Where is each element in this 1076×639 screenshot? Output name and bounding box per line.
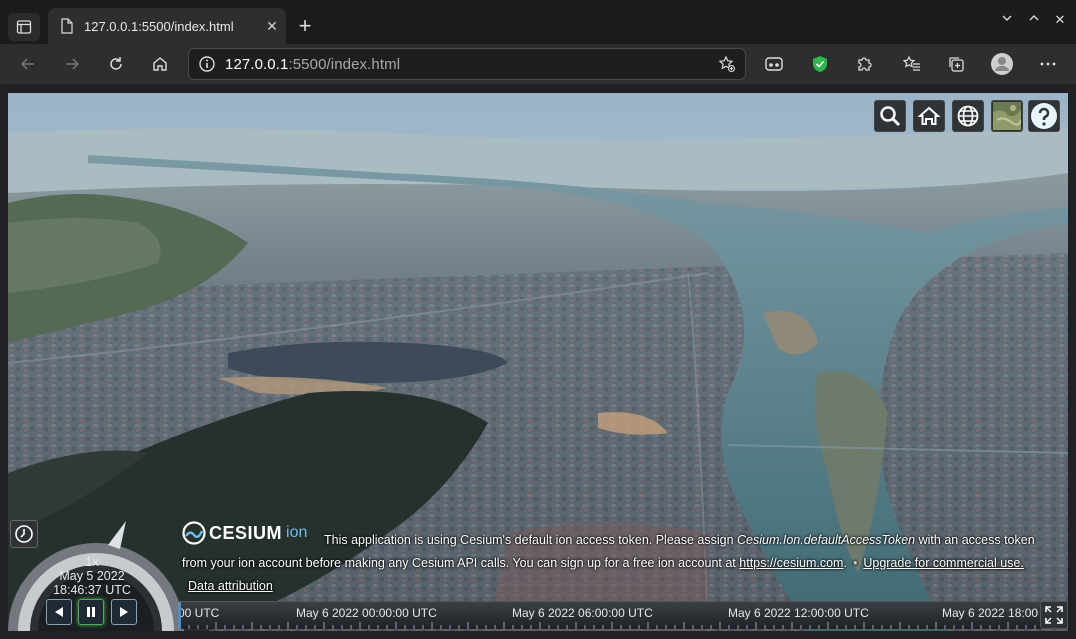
timeline-label: May 6 2022 18:00: [942, 606, 1039, 620]
clock-icon: [15, 525, 33, 543]
tab-actions-icon: [16, 20, 32, 34]
home-icon: [917, 106, 941, 125]
base-layer-picker-button[interactable]: [991, 100, 1023, 132]
site-info-icon[interactable]: [189, 55, 225, 73]
credit-token-name: Cesium.Ion.defaultAccessToken: [737, 533, 916, 547]
timeline[interactable]: 00 UTC May 6 2022 00:00:00 UTC May 6 202…: [178, 601, 1042, 629]
animation-time: 18:46:37 UTC: [53, 583, 131, 597]
globe-icon: [957, 105, 979, 127]
window-close-icon[interactable]: ✕: [1050, 12, 1070, 28]
avatar-icon: [991, 53, 1013, 75]
tab-close-icon[interactable]: ✕: [258, 18, 286, 35]
reader-icon: [765, 57, 783, 71]
extension-button[interactable]: [760, 50, 788, 78]
home-icon: [153, 57, 167, 71]
play-forward-button[interactable]: [111, 599, 137, 625]
credit-message-start: This application is using Cesium's defau…: [324, 533, 738, 547]
shuttle-ring-clock-button[interactable]: [10, 520, 38, 548]
forward-arrow-icon: [66, 58, 80, 70]
chevron-down-icon[interactable]: [997, 12, 1017, 27]
forward-button[interactable]: [58, 50, 86, 78]
favorites-button[interactable]: [898, 50, 926, 78]
help-icon: [1031, 103, 1057, 129]
reload-icon: [110, 57, 122, 70]
timeline-label: 00 UTC: [178, 606, 220, 620]
reload-button[interactable]: [102, 50, 130, 78]
tab-strip: 127.0.0.1:5500/index.html ✕ + ✕: [0, 0, 1076, 44]
pause-icon: [87, 607, 95, 617]
browser-toolbar: 127.0.0.1:5500/index.html: [0, 44, 1076, 84]
more-menu-button[interactable]: [1034, 50, 1062, 78]
play-reverse-icon: [55, 607, 63, 617]
back-arrow-icon: [20, 58, 34, 70]
layers-icon: [993, 102, 1021, 130]
tab-actions-button[interactable]: [8, 13, 40, 41]
timeline-ticks: [179, 622, 1036, 629]
scene-mode-button[interactable]: [952, 100, 984, 132]
shield-icon: [813, 56, 827, 72]
add-favorite-icon[interactable]: [709, 55, 745, 73]
collections-icon: [949, 57, 964, 72]
collections-button[interactable]: [942, 50, 970, 78]
shield-extension-button[interactable]: [806, 50, 834, 78]
home-view-button[interactable]: [913, 100, 945, 132]
geocoder-button[interactable]: [874, 100, 906, 132]
fullscreen-icon: [1045, 606, 1063, 624]
search-icon: [880, 106, 901, 127]
play-icon: [120, 607, 128, 617]
credit-container: This application is using Cesium's defau…: [182, 529, 1042, 598]
extensions-button[interactable]: [850, 50, 878, 78]
pause-button[interactable]: [78, 599, 104, 625]
timeline-label: May 6 2022 12:00:00 UTC: [728, 606, 869, 620]
credit-separator: •: [852, 556, 858, 570]
credit-tail: .: [843, 556, 847, 570]
more-dots-icon: [1040, 62, 1056, 66]
puzzle-icon: [858, 57, 872, 71]
data-attribution-link[interactable]: Data attribution: [188, 579, 273, 593]
navigation-help-button[interactable]: [1028, 100, 1060, 132]
page-icon: [61, 18, 73, 34]
profile-button[interactable]: [988, 50, 1016, 78]
url-text: 127.0.0.1:5500/index.html: [225, 56, 709, 73]
new-tab-button[interactable]: +: [292, 14, 318, 40]
home-button[interactable]: [146, 50, 174, 78]
chevron-up-icon[interactable]: [1024, 12, 1044, 27]
timeline-label: May 6 2022 06:00:00 UTC: [512, 606, 653, 620]
browser-tab[interactable]: 127.0.0.1:5500/index.html ✕: [48, 8, 286, 44]
animation-date: May 5 2022: [59, 569, 125, 583]
fullscreen-button[interactable]: [1040, 601, 1068, 629]
address-bar[interactable]: 127.0.0.1:5500/index.html: [188, 48, 746, 80]
cesium-link[interactable]: https://cesium.com: [739, 556, 843, 570]
url-path: :5500/index.html: [288, 55, 401, 73]
timeline-needle[interactable]: [178, 602, 181, 629]
play-reverse-button[interactable]: [46, 599, 72, 625]
animation-speed: 1x: [85, 555, 99, 569]
tab-title: 127.0.0.1:5500/index.html: [84, 18, 234, 34]
upgrade-link[interactable]: Upgrade for commercial use.: [863, 556, 1023, 570]
timeline-label: May 6 2022 00:00:00 UTC: [296, 606, 437, 620]
url-host: 127.0.0.1: [225, 55, 289, 73]
cesium-viewer[interactable]: CESIUM ion This application is using Ces…: [8, 93, 1068, 631]
back-button[interactable]: [14, 50, 42, 78]
favorites-icon: [903, 55, 920, 71]
